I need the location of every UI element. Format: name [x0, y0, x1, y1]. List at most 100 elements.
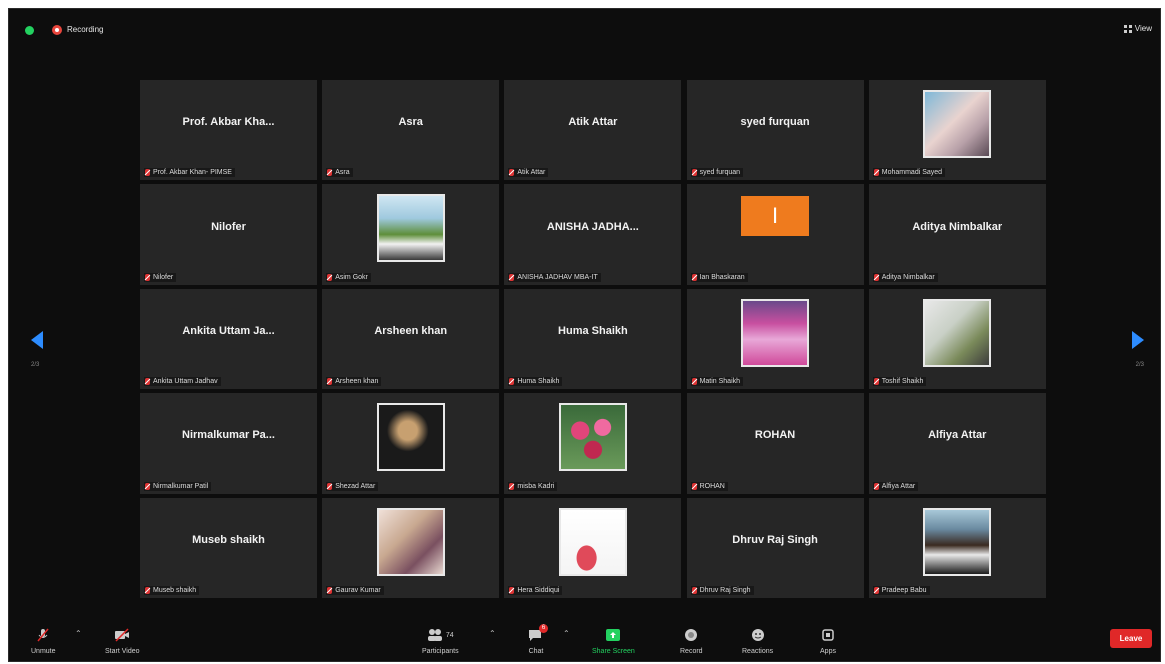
- participants-chevron-icon[interactable]: ⌃: [489, 629, 496, 638]
- participant-name-label: Mohammadi Sayed: [881, 169, 943, 177]
- record-button[interactable]: Record: [680, 628, 703, 655]
- participant-tile[interactable]: syed furquan syed furquan: [686, 80, 864, 181]
- participant-tile[interactable]: Ankita Uttam Ja... Ankita Uttam Jadhav: [140, 288, 317, 390]
- muted-mic-icon: [509, 169, 515, 177]
- participant-tile[interactable]: Aditya Nimbalkar Aditya Nimbalkar: [868, 184, 1046, 285]
- participant-photo: [923, 298, 992, 367]
- recording-label: Recording: [67, 25, 104, 34]
- participant-display-name: Aditya Nimbalkar: [912, 220, 1003, 233]
- participant-name-tag: Matin Shaikh: [690, 377, 744, 387]
- participant-tile[interactable]: Shezad Attar: [322, 393, 500, 494]
- participant-tile[interactable]: Prof. Akbar Kha... Prof. Akbar Khan- PIMS…: [140, 80, 317, 181]
- participant-name-label: misba Kadri: [517, 482, 555, 490]
- participant-name-tag: Hera Siddiqui: [508, 585, 563, 595]
- participant-photo: [376, 194, 445, 263]
- participant-display-name: Asra: [398, 116, 423, 129]
- participant-name-label: Nilofer: [153, 273, 174, 281]
- chat-button[interactable]: 6 Chat: [528, 624, 548, 655]
- participant-name-tag: Gaurav Kumar: [326, 585, 384, 595]
- participant-tile[interactable]: Nirmalkumar Pa... Nirmalkumar Patil: [140, 393, 317, 494]
- participant-tile[interactable]: Huma Shaikh Huma Shaikh: [504, 288, 682, 390]
- participant-tile[interactable]: Asra Asra: [322, 80, 500, 181]
- participant-tile[interactable]: Arsheen khan Arsheen khan: [322, 288, 500, 390]
- page-indicator-left: 2/3: [31, 362, 40, 368]
- participant-name-tag: ROHAN: [690, 481, 728, 491]
- view-button[interactable]: View: [1123, 24, 1152, 33]
- participant-tile[interactable]: Mohammadi Sayed: [868, 80, 1046, 181]
- muted-mic-icon: [327, 482, 333, 490]
- participant-name-tag: Pradeep Babu: [872, 585, 930, 595]
- muted-mic-icon: [873, 586, 879, 594]
- participant-photo: [376, 403, 445, 472]
- participant-photo: [558, 403, 627, 472]
- participant-display-name: Dhruv Raj Singh: [732, 533, 818, 546]
- audio-options-chevron-icon[interactable]: ⌃: [75, 629, 82, 638]
- security-shield-icon[interactable]: [25, 26, 34, 35]
- participant-tile[interactable]: Gaurav Kumar: [322, 497, 500, 598]
- participant-name-label: Huma Shaikh: [517, 378, 560, 386]
- muted-mic-icon: [873, 169, 879, 177]
- view-label: View: [1134, 24, 1152, 33]
- unmute-label: Unmute: [31, 648, 56, 655]
- participant-name-tag: ANISHA JADHAV MBA-IT: [508, 272, 601, 282]
- participant-name-tag: Ankita Uttam Jadhav: [144, 377, 221, 387]
- previous-page-arrow-icon[interactable]: [31, 331, 43, 349]
- apps-button[interactable]: Apps: [820, 628, 836, 655]
- participant-display-name: Huma Shaikh: [558, 324, 628, 337]
- participant-name-tag: Huma Shaikh: [508, 377, 563, 387]
- muted-mic-icon: [145, 273, 150, 281]
- participant-display-name: Nilofer: [211, 220, 246, 233]
- participant-tile[interactable]: Toshif Shaikh: [868, 288, 1046, 390]
- participant-name-label: Aditya Nimbalkar: [881, 273, 935, 281]
- participant-photo: [923, 507, 992, 576]
- participant-name-label: Hera Siddiqui: [517, 586, 560, 594]
- muted-microphone-icon: [37, 628, 49, 642]
- share-screen-button[interactable]: Share Screen: [592, 628, 635, 655]
- muted-mic-icon: [691, 169, 697, 177]
- participant-name-label: Matin Shaikh: [699, 378, 741, 386]
- participant-tile[interactable]: Alfiya Attar Alfiya Attar: [868, 393, 1046, 494]
- participant-name-label: Dhruv Raj Singh: [699, 586, 751, 594]
- participant-display-name: Alfiya Attar: [928, 429, 987, 442]
- participant-name-label: Toshif Shaikh: [881, 378, 924, 386]
- chat-chevron-icon[interactable]: ⌃: [563, 629, 570, 638]
- participant-name-label: Alfiya Attar: [881, 482, 916, 490]
- video-off-icon: [115, 628, 130, 642]
- participant-tile[interactable]: Matin Shaikh: [686, 288, 864, 390]
- participant-display-name: Atik Attar: [568, 116, 618, 129]
- participant-name-label: Asim Gokr: [335, 273, 368, 281]
- participant-tile[interactable]: Asim Gokr: [322, 184, 500, 285]
- participant-tile[interactable]: ANISHA JADHA... ANISHA JADHAV MBA-IT: [504, 184, 682, 285]
- participant-name-label: Museb shaikh: [153, 586, 197, 594]
- leave-button[interactable]: Leave: [1110, 629, 1152, 648]
- participant-display-name: Arsheen khan: [374, 324, 448, 337]
- participant-display-name: Museb shaikh: [192, 533, 265, 546]
- participant-tile[interactable]: Atik Attar Atik Attar: [504, 80, 682, 181]
- next-page-arrow-icon[interactable]: [1132, 331, 1144, 349]
- participant-name-tag: Nirmalkumar Patil: [144, 481, 212, 491]
- muted-mic-icon: [873, 482, 879, 490]
- participant-name-tag: syed furquan: [690, 168, 744, 178]
- start-video-button[interactable]: Start Video: [105, 628, 140, 655]
- participant-tile[interactable]: Nilofer Nilofer: [140, 184, 317, 285]
- participant-tile[interactable]: I Ian Bhaskaran: [686, 184, 864, 285]
- participant-name-label: Prof. Akbar Khan- PIMSE: [153, 169, 232, 177]
- participant-tile[interactable]: Hera Siddiqui: [504, 497, 682, 598]
- unmute-button[interactable]: Unmute: [31, 628, 56, 655]
- apps-label: Apps: [820, 648, 836, 655]
- participant-name-label: ANISHA JADHAV MBA-IT: [517, 273, 598, 281]
- chat-badge: 6: [539, 624, 548, 633]
- participant-name-label: Ankita Uttam Jadhav: [153, 378, 218, 386]
- participant-name-label: Asra: [335, 169, 350, 177]
- participant-name-tag: Nilofer: [144, 272, 177, 282]
- reactions-button[interactable]: Reactions: [742, 628, 773, 655]
- muted-mic-icon: [327, 586, 333, 594]
- participant-tile[interactable]: Dhruv Raj Singh Dhruv Raj Singh: [686, 497, 864, 598]
- participant-tile[interactable]: ROHAN ROHAN: [686, 393, 864, 494]
- participants-button[interactable]: 74 Participants: [422, 628, 459, 655]
- participant-name-tag: misba Kadri: [508, 481, 558, 491]
- participant-tile[interactable]: misba Kadri: [504, 393, 682, 494]
- participant-tile[interactable]: Museb shaikh Museb shaikh: [140, 497, 317, 598]
- muted-mic-icon: [873, 273, 879, 281]
- participant-tile[interactable]: Pradeep Babu: [868, 497, 1046, 598]
